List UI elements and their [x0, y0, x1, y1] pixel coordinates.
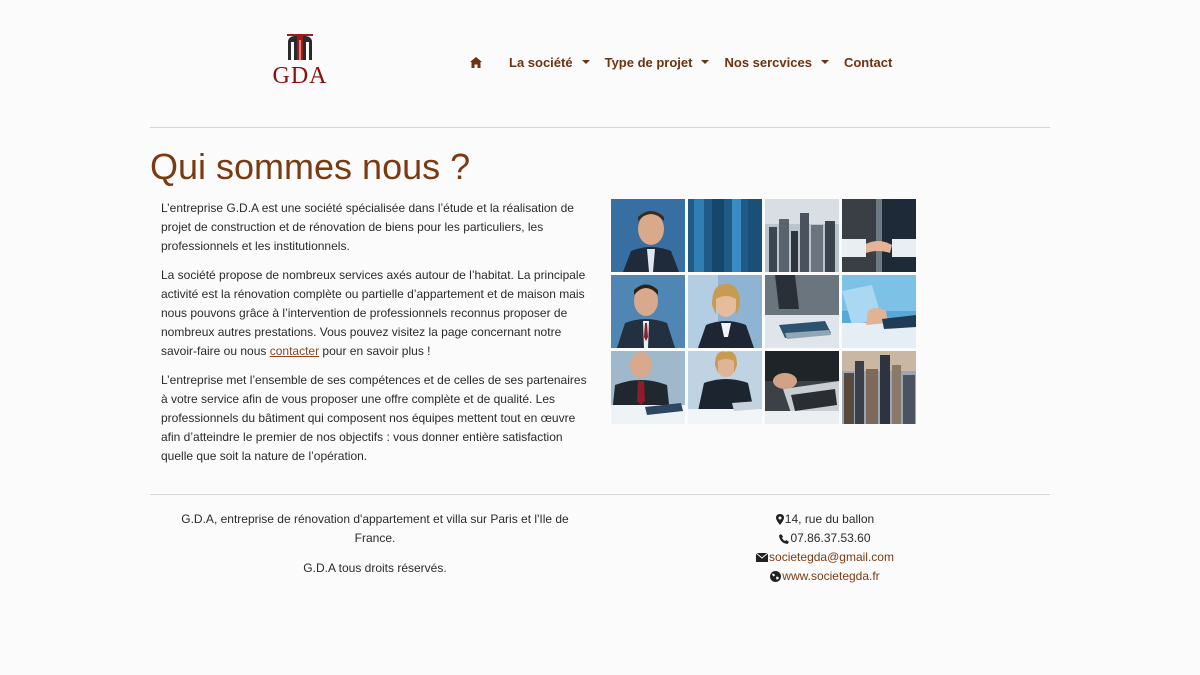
envelope-icon [756, 553, 769, 562]
phone-icon [779, 533, 790, 544]
footer-contact: 14, rue du ballon 07.86.37.53.60 societe… [725, 510, 925, 586]
photo-tile [842, 199, 916, 272]
photo-tile [842, 351, 916, 424]
nav-item-nos-services[interactable]: Nos sercvices [724, 54, 829, 70]
contact-link[interactable]: contacter [270, 344, 319, 358]
logo-building-icon [287, 34, 313, 60]
nav-label: Contact [843, 54, 893, 70]
photo-tile [688, 351, 762, 424]
paragraph-intro: L’entreprise G.D.A est une société spéci… [161, 201, 574, 253]
page: GDA La société Type de projet Nos sercvi… [0, 0, 1200, 675]
nav-label: Type de projet [604, 54, 693, 70]
footer-website[interactable]: www.societegda.fr [725, 567, 925, 586]
paragraph-commitment: L’entreprise met l’ensemble de ses compé… [161, 373, 587, 463]
photo-tile [611, 275, 685, 348]
footer-divider [150, 494, 1050, 495]
photo-tile [765, 199, 839, 272]
footer-about: G.D.A, entreprise de rénovation d'appart… [175, 510, 575, 589]
home-icon [470, 56, 482, 68]
photo-tile [842, 275, 916, 348]
photo-tile [688, 199, 762, 272]
website-link[interactable]: www.societegda.fr [782, 567, 879, 586]
globe-icon [770, 571, 782, 582]
logo[interactable]: GDA [268, 34, 332, 90]
main-nav: La société Type de projet Nos sercvices … [470, 52, 907, 72]
photo-tile [765, 275, 839, 348]
caret-down-icon [701, 60, 710, 64]
page-title: Qui sommes nous ? [150, 146, 471, 187]
address-text: 14, rue du ballon [784, 512, 875, 526]
paragraph-services: La société propose de nombreux services … [161, 266, 591, 360]
caret-down-icon [820, 60, 829, 64]
paragraph-services-end: pour en savoir plus ! [319, 343, 431, 358]
photo-tile [611, 351, 685, 424]
business-photo-collage [611, 199, 916, 424]
nav-item-contact[interactable]: Contact [844, 55, 892, 70]
footer-email[interactable]: societegda@gmail.com [725, 548, 925, 567]
email-link[interactable]: societegda@gmail.com [769, 548, 894, 567]
caret-down-icon [581, 60, 590, 64]
map-marker-icon [775, 514, 784, 525]
nav-home[interactable] [470, 56, 482, 68]
about-text: L’entreprise G.D.A est une société spéci… [161, 199, 591, 476]
nav-item-la-societe[interactable]: La société [509, 55, 590, 70]
photo-tile [611, 199, 685, 272]
photo-tile [765, 351, 839, 424]
photo-tile [688, 275, 762, 348]
footer-phone: 07.86.37.53.60 [725, 529, 925, 548]
footer-address: 14, rue du ballon [725, 510, 925, 529]
nav-item-type-de-projet[interactable]: Type de projet [605, 55, 710, 70]
footer-rights: G.D.A tous droits réservés. [303, 561, 447, 575]
phone-text: 07.86.37.53.60 [790, 531, 871, 545]
logo-text: GDA [272, 63, 328, 89]
header-divider [150, 127, 1050, 128]
nav-label: Nos sercvices [724, 54, 812, 70]
footer-description: G.D.A, entreprise de rénovation d'appart… [181, 512, 569, 545]
nav-label: La société [509, 54, 573, 70]
